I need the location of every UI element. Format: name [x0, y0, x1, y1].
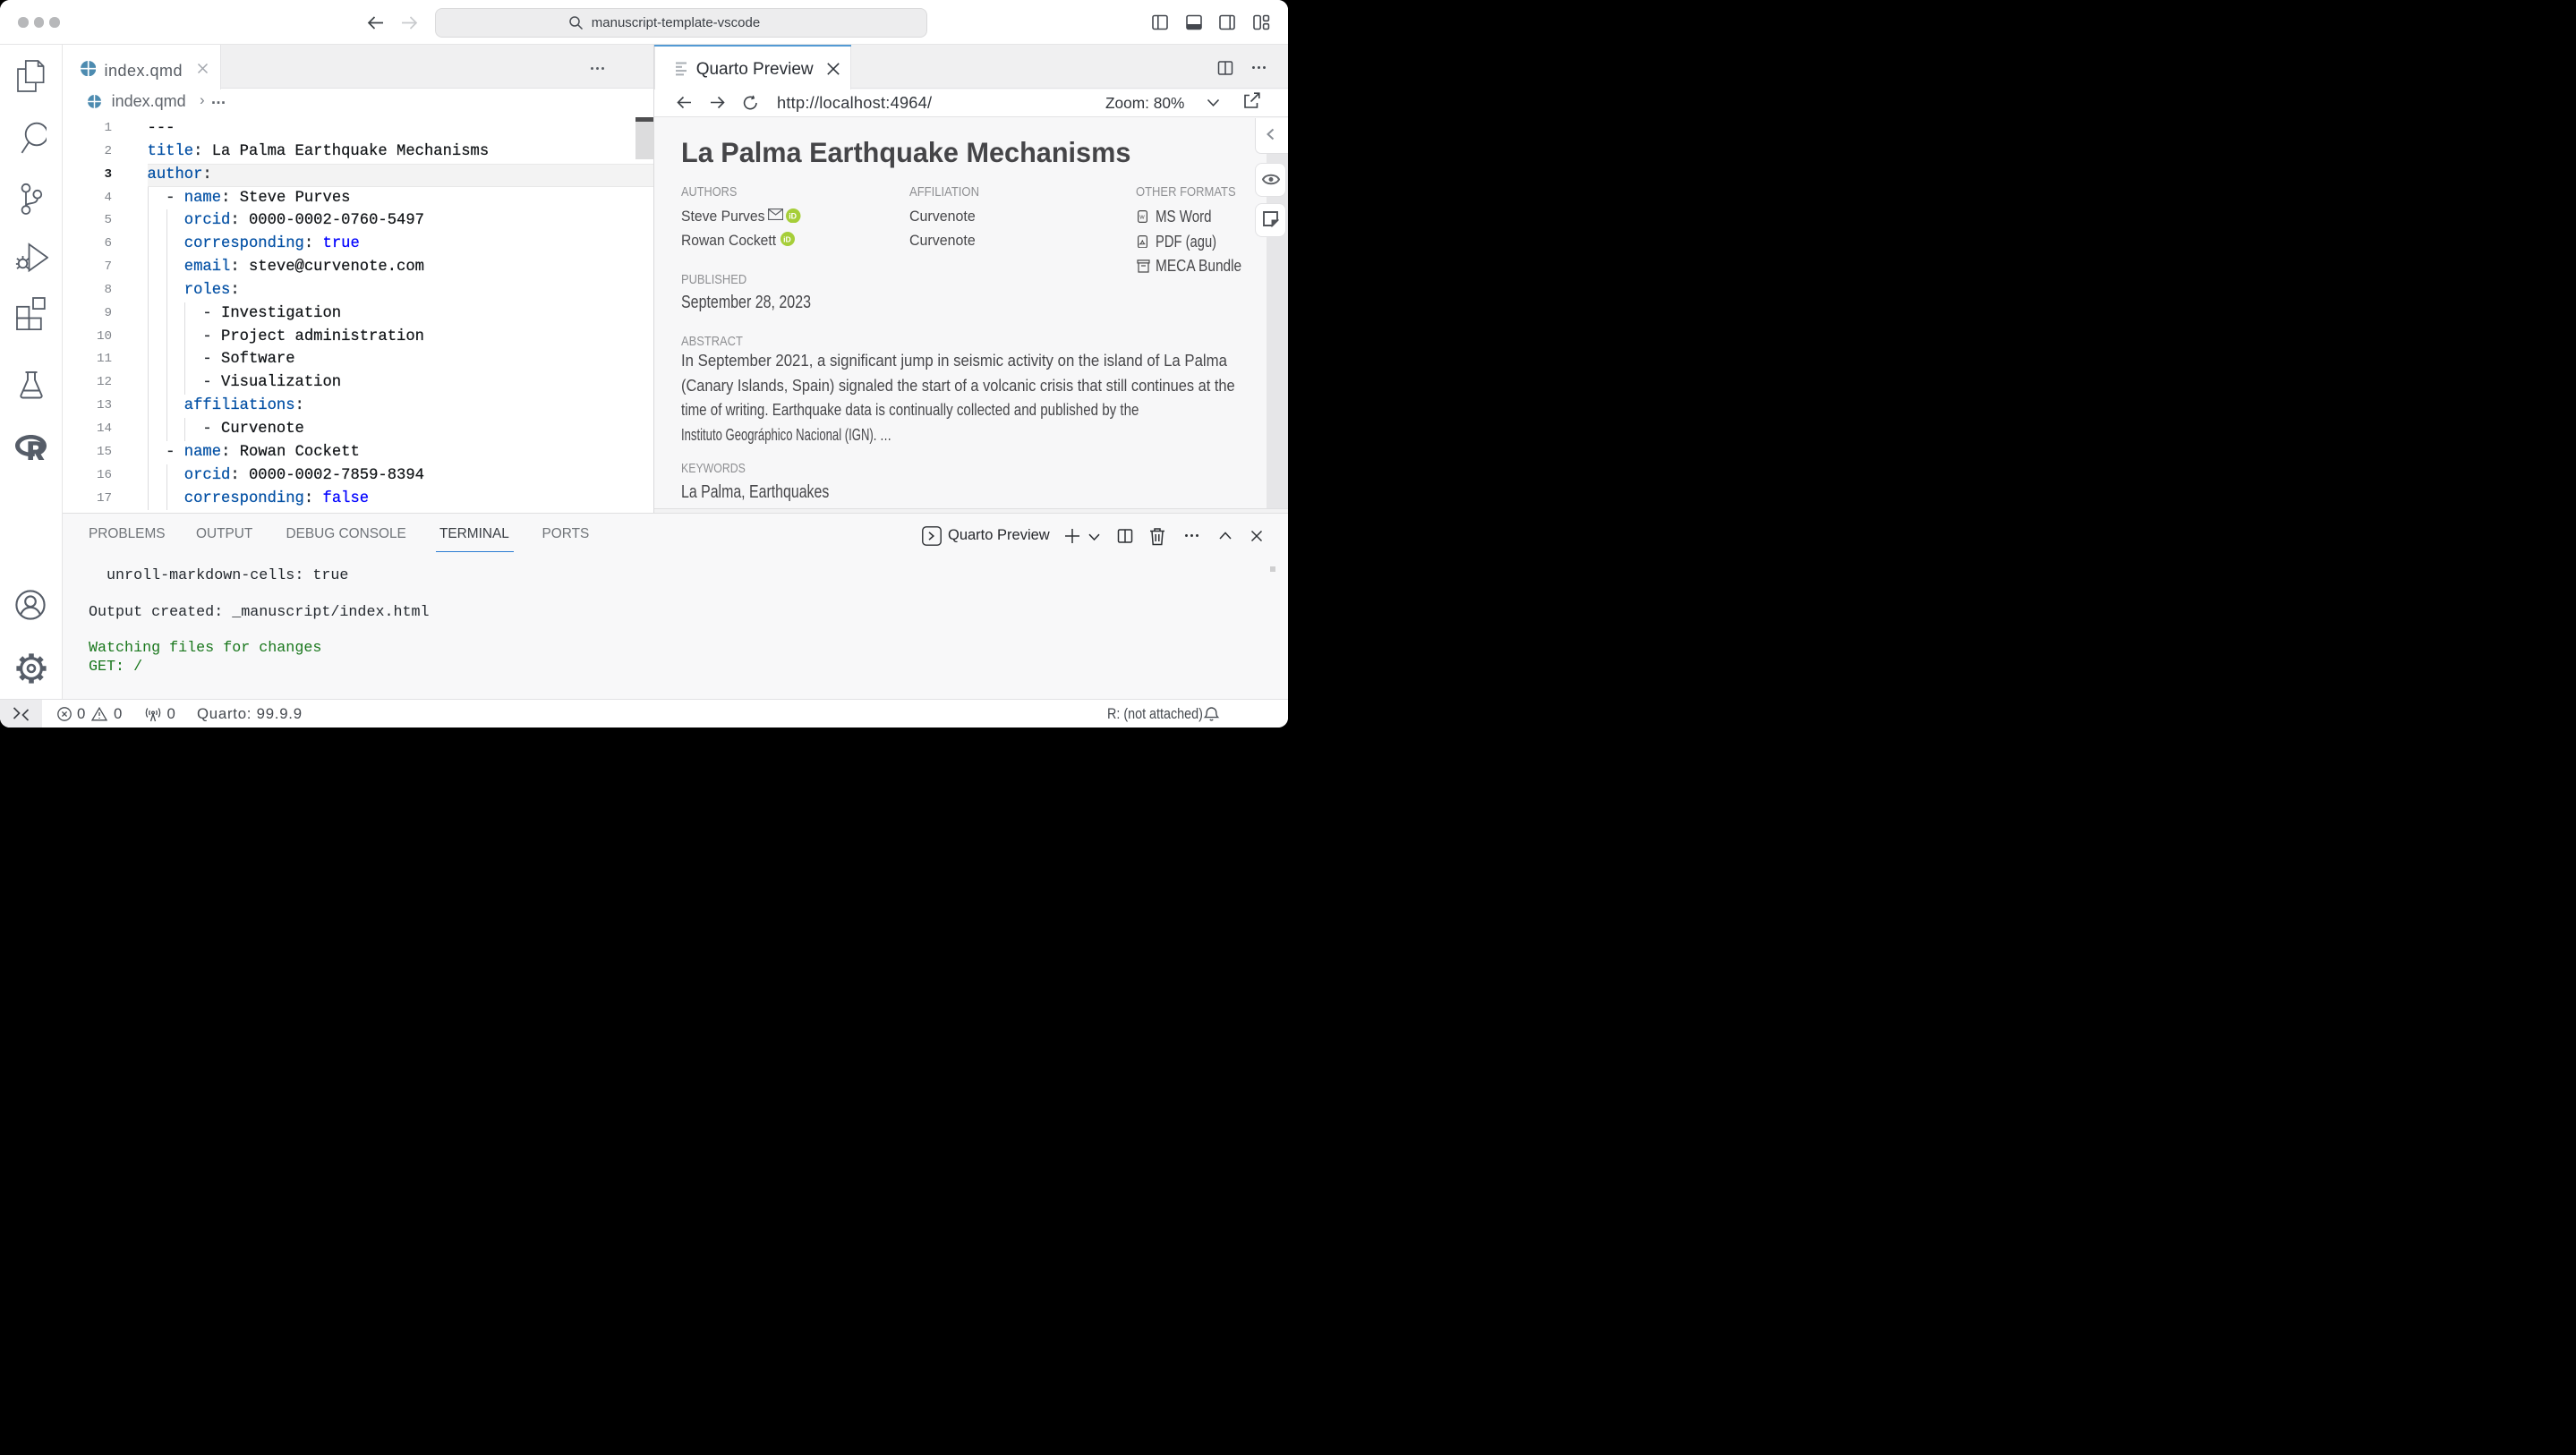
svg-text:iD: iD — [783, 234, 791, 243]
svg-text:iD: iD — [789, 211, 797, 220]
svg-text:w: w — [1139, 213, 1145, 221]
